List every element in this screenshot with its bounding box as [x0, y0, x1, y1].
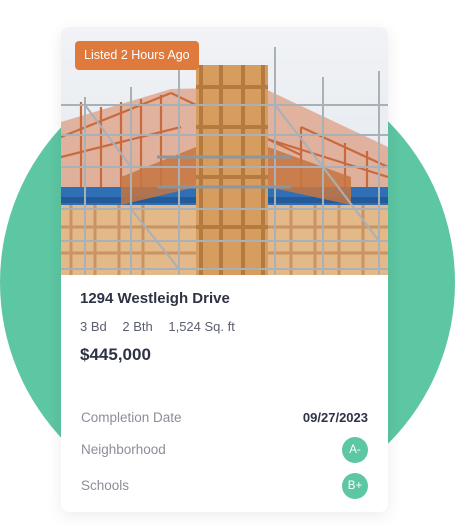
- square-footage: 1,524 Sq. ft: [168, 319, 235, 334]
- property-specs: 3 Bd 2 Bth 1,524 Sq. ft: [80, 319, 247, 334]
- neighborhood-grade-badge: A-: [342, 437, 368, 463]
- stage: Listed 2 Hours Ago 1294 Westleigh Drive …: [0, 0, 455, 526]
- completion-date-label: Completion Date: [81, 410, 182, 425]
- schools-grade-badge: B+: [342, 473, 368, 499]
- completion-date-value: 09/27/2023: [302, 410, 368, 425]
- neighborhood-label: Neighborhood: [81, 442, 166, 457]
- completion-date-row: Completion Date 09/27/2023: [80, 405, 370, 431]
- listing-details: 1294 Westleigh Drive 3 Bd 2 Bth 1,524 Sq…: [61, 275, 388, 512]
- beds-count: 3 Bd: [80, 319, 107, 334]
- schools-label: Schools: [81, 478, 130, 493]
- property-price: $445,000: [80, 345, 151, 364]
- property-address[interactable]: 1294 Westleigh Drive: [80, 290, 230, 307]
- neighborhood-row: Neighborhood A-: [80, 437, 370, 463]
- baths-count: 2 Bth: [122, 319, 153, 334]
- listing-card[interactable]: Listed 2 Hours Ago 1294 Westleigh Drive …: [61, 27, 388, 512]
- schools-row: Schools B+: [80, 473, 370, 499]
- property-photo: Listed 2 Hours Ago: [61, 27, 388, 275]
- listed-time-badge: Listed 2 Hours Ago: [75, 41, 199, 70]
